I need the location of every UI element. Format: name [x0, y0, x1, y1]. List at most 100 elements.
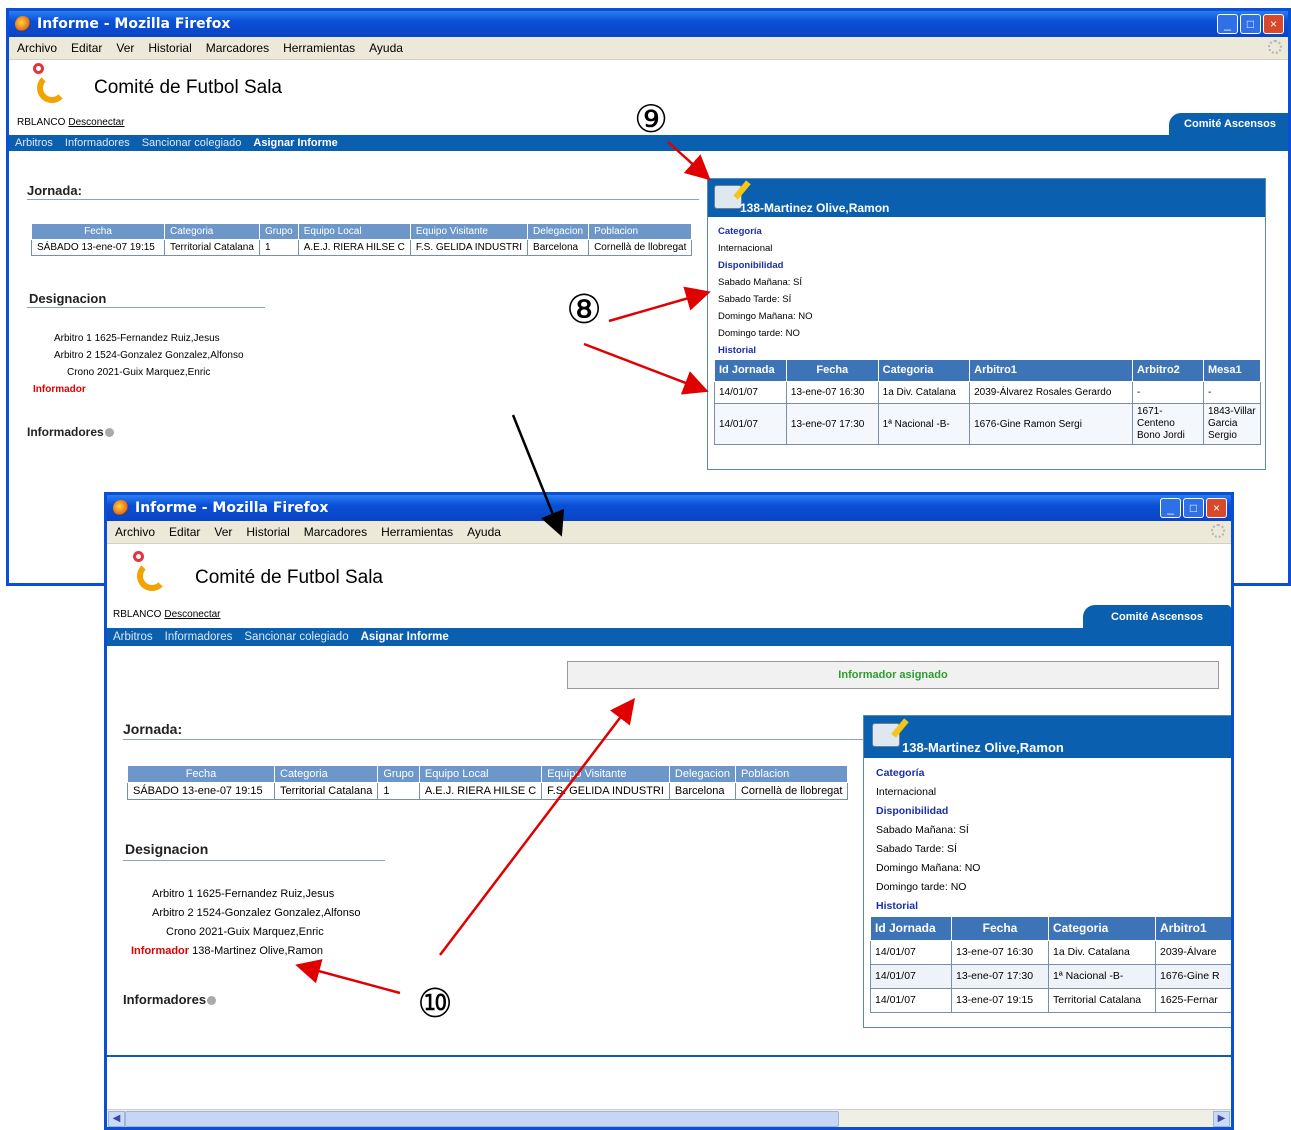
menu-archivo[interactable]: Archivo: [17, 37, 57, 59]
menu-marcadores[interactable]: Marcadores: [304, 521, 367, 543]
close-button[interactable]: ×: [1206, 498, 1227, 518]
cell: -: [1132, 381, 1204, 404]
nav-asignar-informe[interactable]: Asignar Informe: [361, 628, 449, 646]
nav-informadores[interactable]: Informadores: [165, 628, 233, 646]
jornada-table: Fecha Categoria Grupo Equipo Local Equip…: [31, 223, 693, 256]
menu-ver[interactable]: Ver: [214, 521, 232, 543]
maximize-button[interactable]: □: [1183, 498, 1204, 518]
col-delegacion: Delegacion: [668, 765, 736, 783]
informador-label: Informador: [33, 384, 86, 395]
table-row: 14/01/07 13-ene-07 19:15 Territorial Cat…: [870, 988, 1231, 1013]
menu-ver[interactable]: Ver: [116, 37, 134, 59]
panel-title: 138-Martinez Olive,Ramon: [902, 740, 1064, 755]
logout-link[interactable]: Desconectar: [164, 609, 220, 620]
nav-arbitros[interactable]: Arbitros: [113, 628, 153, 646]
informadores-toggle[interactable]: Informadores: [27, 425, 114, 439]
nav-informadores[interactable]: Informadores: [65, 135, 130, 151]
menu-marcadores[interactable]: Marcadores: [206, 37, 269, 59]
federation-logo: [133, 551, 173, 597]
hcol-arbitro2: Arbitro2: [1132, 359, 1204, 382]
federation-logo: [33, 63, 73, 109]
informadores-toggle[interactable]: Informadores: [123, 992, 217, 1007]
menu-archivo[interactable]: Archivo: [115, 521, 155, 543]
informador-label: Informador: [131, 945, 190, 957]
hcol-arbitro1: Arbitro1: [1155, 916, 1231, 941]
cell: 13-ene-07 16:30: [951, 940, 1049, 965]
informadores-label: Informadores: [27, 425, 104, 439]
cell: 1ª Nacional -B-: [1048, 964, 1156, 989]
col-categoria: Categoria: [273, 765, 379, 783]
menu-historial[interactable]: Historial: [246, 521, 289, 543]
informador-value: 138-Martinez Olive,Ramon: [192, 945, 323, 957]
disp-sabado-tarde: Sabado Tarde: SÍ: [876, 843, 957, 855]
disponibilidad-label: Disponibilidad: [876, 805, 949, 817]
panel-body: Categoría Internacional Disponibilidad S…: [708, 217, 1265, 451]
table-row: 14/01/07 13-ene-07 17:30 1ª Nacional -B-…: [870, 964, 1231, 989]
categoria-label: Categoría: [876, 767, 925, 779]
tab-comite-ascensos[interactable]: Comité Ascensos: [1169, 113, 1288, 135]
close-button[interactable]: ×: [1263, 14, 1284, 34]
cell: 1ª Nacional -B-: [877, 403, 971, 445]
nav-sancionar[interactable]: Sancionar colegiado: [244, 628, 348, 646]
cell: 14/01/07: [714, 381, 787, 404]
col-delegacion: Delegacion: [527, 223, 590, 240]
title-bar: Informe - Mozilla Firefox: [9, 11, 1288, 37]
nav-asignar-informe[interactable]: Asignar Informe: [253, 135, 337, 151]
designacion-heading: Designacion: [29, 291, 107, 306]
col-categoria: Categoria: [164, 223, 260, 240]
minimize-button[interactable]: _: [1217, 14, 1238, 34]
menu-herramientas[interactable]: Herramientas: [283, 37, 355, 59]
crono: Crono 2021-Guix Marquez,Enric: [67, 367, 211, 378]
tab-comite-ascensos[interactable]: Comité Ascensos: [1083, 605, 1231, 629]
cell: 14/01/07: [870, 988, 952, 1013]
designacion-list: Arbitro 1 1625-Fernandez Ruiz,Jesus Arbi…: [33, 330, 244, 398]
disponibilidad-label: Disponibilidad: [718, 260, 784, 271]
menu-historial[interactable]: Historial: [148, 37, 191, 59]
col-grupo: Grupo: [377, 765, 420, 783]
cell: Territorial Catalana: [1048, 988, 1156, 1013]
jornada-heading: Jornada:: [27, 183, 82, 198]
cell: 1625-Fernar: [1155, 988, 1231, 1013]
menu-editar[interactable]: Editar: [71, 37, 102, 59]
cell: 2039-Álvare: [1155, 940, 1231, 965]
horizontal-scrollbar[interactable]: ◀ ▶: [107, 1109, 1231, 1127]
scroll-right-icon[interactable]: ▶: [1213, 1111, 1230, 1127]
window-controls: _ □ ×: [1160, 498, 1227, 518]
categoria-value: Internacional: [718, 243, 773, 254]
maximize-button[interactable]: □: [1240, 14, 1261, 34]
panel-title: 138-Martinez Olive,Ramon: [740, 201, 890, 215]
menu-herramientas[interactable]: Herramientas: [381, 521, 453, 543]
hcol-id: Id Jornada: [870, 916, 952, 941]
arbitro1: Arbitro 1 1625-Fernandez Ruiz,Jesus: [152, 888, 335, 900]
expand-icon[interactable]: [104, 428, 114, 438]
disp-sabado-manana: Sabado Mañana: SÍ: [718, 277, 802, 288]
logout-link[interactable]: Desconectar: [68, 117, 124, 128]
menu-ayuda[interactable]: Ayuda: [369, 37, 403, 59]
designacion-rule: [27, 307, 265, 308]
disp-domingo-manana: Domingo Mañana: NO: [876, 862, 981, 874]
nav-bar: Arbitros Informadores Sancionar colegiad…: [107, 628, 1231, 646]
menu-editar[interactable]: Editar: [169, 521, 200, 543]
nav-arbitros[interactable]: Arbitros: [15, 135, 53, 151]
site-title: Comité de Futbol Sala: [94, 77, 282, 98]
cell-poblacion: Cornellà de llobregat: [734, 782, 849, 800]
hcol-mesa1: Mesa1: [1203, 359, 1261, 382]
hcol-arbitro1: Arbitro1: [969, 359, 1133, 382]
user-info: RBLANCO Desconectar: [17, 117, 125, 128]
minimize-button[interactable]: _: [1160, 498, 1181, 518]
historial-label: Historial: [718, 345, 757, 356]
scroll-thumb[interactable]: [125, 1111, 839, 1127]
username: RBLANCO: [17, 117, 66, 128]
menu-ayuda[interactable]: Ayuda: [467, 521, 501, 543]
designacion-heading: Designacion: [125, 841, 209, 857]
designacion-list: Arbitro 1 1625-Fernandez Ruiz,Jesus Arbi…: [131, 885, 361, 961]
cell: 13-ene-07 16:30: [785, 381, 879, 404]
jornada-table: Fecha Categoria Grupo Equipo Local Equip…: [127, 765, 849, 800]
expand-icon[interactable]: [207, 996, 217, 1006]
categoria-label: Categoría: [718, 226, 762, 237]
nav-sancionar[interactable]: Sancionar colegiado: [142, 135, 242, 151]
scroll-left-icon[interactable]: ◀: [108, 1111, 125, 1127]
site-title: Comité de Futbol Sala: [195, 567, 383, 588]
cell: 14/01/07: [870, 940, 952, 965]
cell: 13-ene-07 19:15: [951, 988, 1049, 1013]
